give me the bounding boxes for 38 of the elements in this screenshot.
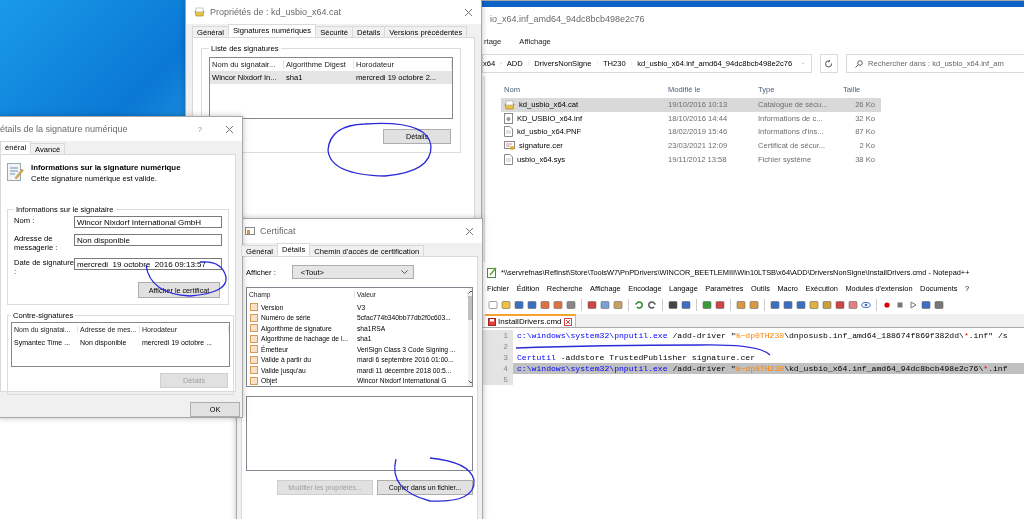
line-number: 3 bbox=[483, 352, 513, 363]
catalog-file-icon bbox=[504, 99, 515, 110]
search-icon bbox=[855, 59, 863, 68]
catalog-file-icon bbox=[194, 7, 205, 17]
file-tab[interactable]: InstallDrivers.cmd bbox=[485, 314, 576, 327]
window-title: étails de la signature numérique bbox=[0, 124, 129, 134]
close-icon[interactable] bbox=[464, 7, 473, 17]
field-list[interactable] bbox=[246, 287, 473, 387]
line-number: 4 bbox=[483, 363, 513, 374]
redo-icon[interactable] bbox=[647, 300, 657, 310]
certificate-file-icon bbox=[504, 140, 515, 151]
stop-icon[interactable] bbox=[895, 300, 905, 310]
play-icon[interactable] bbox=[908, 300, 918, 310]
notepad-icon bbox=[487, 266, 497, 278]
signed-document-icon bbox=[7, 163, 24, 181]
window-title: Propriétés de : kd_usbio_x64.cat bbox=[210, 7, 343, 17]
refresh-button[interactable] bbox=[820, 54, 838, 73]
window-title: io_x64.inf_amd64_94dc8bcb498e2c76 bbox=[490, 14, 646, 24]
settings-file-icon bbox=[504, 112, 513, 124]
certificate-icon bbox=[245, 226, 255, 236]
close-icon[interactable] bbox=[465, 226, 474, 236]
close-icon[interactable] bbox=[563, 317, 572, 326]
refresh-icon bbox=[825, 59, 833, 68]
file-icon bbox=[504, 126, 513, 138]
text-field[interactable]: mercredi 19 octobre 2016 09:13:57 bbox=[74, 258, 222, 270]
text-field[interactable]: Wincor Nixdorf International GmbH bbox=[74, 216, 222, 228]
line-number: 1 bbox=[483, 330, 513, 341]
line-number: 2 bbox=[483, 341, 513, 352]
eye-icon[interactable] bbox=[861, 300, 871, 310]
undo-icon[interactable] bbox=[634, 300, 644, 310]
text-field[interactable]: Non disponible bbox=[74, 234, 222, 246]
line-number: 5 bbox=[483, 374, 513, 385]
value-text-area[interactable] bbox=[246, 396, 473, 471]
close-icon[interactable] bbox=[225, 124, 234, 134]
dropdown-icon bbox=[400, 269, 408, 275]
window-title: Certificat bbox=[260, 226, 297, 236]
record-icon[interactable] bbox=[882, 300, 892, 310]
file-icon bbox=[504, 153, 513, 165]
